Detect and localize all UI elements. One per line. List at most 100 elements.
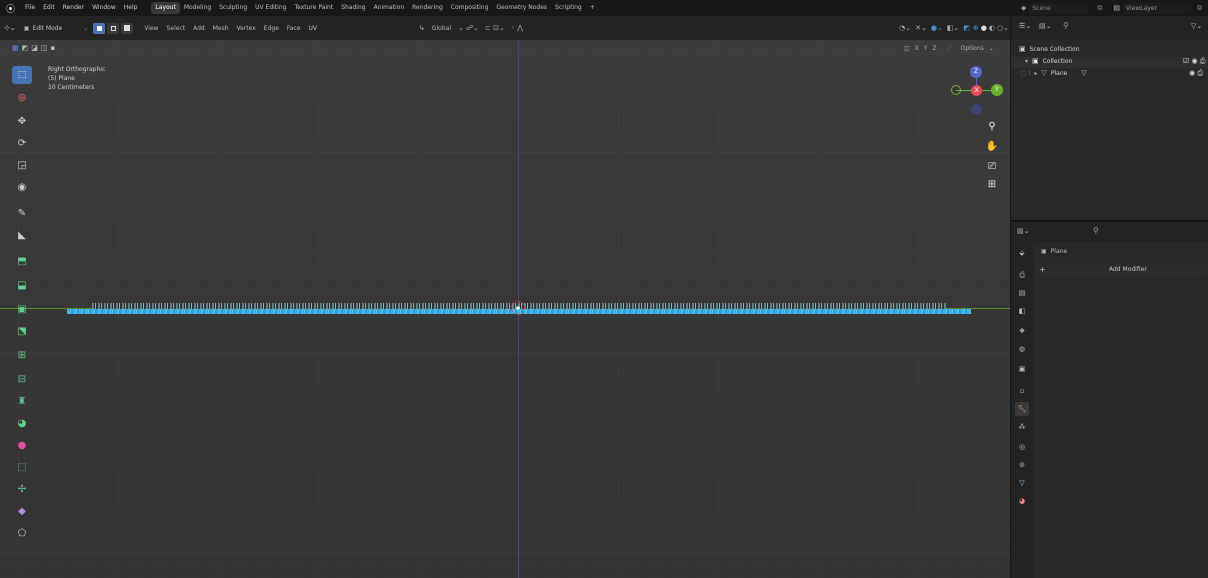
view-layer-icon[interactable]: ▤: [1110, 4, 1123, 12]
menu-add[interactable]: Add: [189, 25, 209, 32]
spin-tool-icon[interactable]: ◕: [12, 414, 32, 432]
visibility-icon[interactable]: ◔⌄: [897, 24, 913, 32]
x-axis-handle[interactable]: X: [971, 85, 982, 96]
menu-select[interactable]: Select: [163, 25, 190, 32]
particles-tab-icon[interactable]: ⁂: [1015, 420, 1029, 434]
tab-sculpting[interactable]: Sculpting: [215, 2, 251, 14]
output-tab-icon[interactable]: ▤: [1015, 286, 1029, 300]
mirror-y-toggle[interactable]: Y: [924, 45, 928, 52]
blender-logo-icon[interactable]: ⦿: [0, 2, 21, 15]
inset-tool-icon[interactable]: ▣: [12, 300, 32, 318]
poly-build-tool-icon[interactable]: ♜: [12, 392, 32, 410]
copy-scene-icon[interactable]: ⧉: [1089, 4, 1110, 13]
face-select-icon[interactable]: [121, 22, 134, 34]
physics-tab-icon[interactable]: ◎: [1015, 440, 1029, 454]
tab-layout[interactable]: Layout: [151, 2, 180, 14]
menu-file[interactable]: File: [21, 0, 39, 16]
transform-orientation-dropdown[interactable]: Global: [428, 25, 455, 32]
extend-selection-icon[interactable]: ◩: [22, 44, 29, 52]
xray-toggle-icon[interactable]: ◩: [961, 24, 972, 32]
outliner-object-plane[interactable]: ⬚ ⁞ ▸ ▽ Plane ▽: [1021, 69, 1087, 77]
mesh-data-tab-icon[interactable]: ▽: [1015, 476, 1029, 490]
navigation-gizmo[interactable]: Z Y X: [950, 64, 1004, 118]
tab-animation[interactable]: Animation: [370, 2, 409, 14]
solid-shading-icon[interactable]: ●: [980, 24, 988, 32]
menu-face[interactable]: Face: [283, 25, 305, 32]
tab-modeling[interactable]: Modeling: [180, 2, 215, 14]
render-tab-icon[interactable]: ⎙: [1015, 268, 1029, 282]
constraints-tab-icon[interactable]: ⊘: [1015, 458, 1029, 472]
bevel-tool-icon[interactable]: ⬔: [12, 322, 32, 340]
annotate-tool-icon[interactable]: ✎: [12, 204, 32, 222]
intersect-selection-icon[interactable]: ▪: [51, 44, 56, 52]
shrink-fatten-tool-icon[interactable]: ✢: [12, 480, 32, 498]
outliner-scene-collection[interactable]: ▣ Scene Collection: [1019, 45, 1080, 53]
rotate-tool-icon[interactable]: ⟳: [12, 134, 32, 152]
chevron-down-icon[interactable]: ▾: [1025, 58, 1028, 65]
neg-y-axis-handle[interactable]: [951, 85, 961, 95]
scene-tab-icon[interactable]: ❖: [1015, 324, 1029, 338]
zoom-icon[interactable]: ⚲: [983, 118, 1001, 136]
measure-tool-icon[interactable]: ◣: [12, 226, 32, 244]
z-axis-handle[interactable]: Z: [970, 66, 982, 78]
rip-region-tool-icon[interactable]: ⬠: [12, 524, 32, 542]
y-axis-handle[interactable]: Y: [991, 84, 1003, 96]
vertex-select-icon[interactable]: [93, 22, 106, 34]
tab-compositing[interactable]: Compositing: [447, 2, 493, 14]
transform-tool-icon[interactable]: ◉: [12, 178, 32, 196]
wireframe-shading-icon[interactable]: ⊕: [972, 24, 980, 32]
menu-help[interactable]: Help: [120, 0, 142, 16]
tab-texture-paint[interactable]: Texture Paint: [290, 2, 337, 14]
world-tab-icon[interactable]: ◍: [1015, 342, 1029, 356]
editor-type-icon[interactable]: ⊹⌄: [0, 24, 20, 32]
tab-rendering[interactable]: Rendering: [408, 2, 447, 14]
move-tool-icon[interactable]: ✥: [12, 112, 32, 130]
menu-view[interactable]: View: [140, 25, 162, 32]
material-shading-icon[interactable]: ◐: [988, 24, 996, 32]
edge-slide-tool-icon[interactable]: ⬚: [12, 458, 32, 476]
pivot-point-icon[interactable]: ⌄ ☍⌄: [455, 24, 482, 32]
menu-mesh[interactable]: Mesh: [209, 25, 233, 32]
overlay-toggle-icon[interactable]: ●⌄: [929, 24, 945, 32]
extrude-tool-icon[interactable]: ⬓: [12, 276, 32, 294]
outliner-editor-type-icon[interactable]: ☰⌄: [1019, 22, 1031, 30]
rendered-shading-icon[interactable]: ○⌄: [996, 24, 1010, 32]
proportional-edit-icon[interactable]: ◦ ⋀: [508, 24, 526, 32]
properties-search-icon[interactable]: ⚲: [1093, 226, 1099, 235]
mirror-z-toggle[interactable]: Z: [932, 45, 936, 52]
neg-z-axis-handle[interactable]: [971, 104, 982, 115]
menu-uv[interactable]: UV: [304, 25, 321, 32]
tab-uv-editing[interactable]: UV Editing: [251, 2, 290, 14]
perspective-toggle-icon[interactable]: ⊞: [983, 176, 1001, 194]
scene-icon[interactable]: ◈: [1018, 4, 1029, 12]
add-cube-tool-icon[interactable]: ⬒: [12, 252, 32, 270]
menu-edit[interactable]: Edit: [39, 0, 59, 16]
select-box-tool-icon[interactable]: ⬚: [12, 66, 32, 84]
new-view-layer-icon[interactable]: ⧉: [1191, 4, 1208, 13]
3d-viewport[interactable]: Right Orthographic (5) Plane 10 Centimet…: [0, 40, 1010, 578]
loop-cut-tool-icon[interactable]: ⊞: [12, 346, 32, 364]
collection-visibility-icons[interactable]: ☑ ◉ ⎙: [1183, 57, 1205, 66]
add-workspace-button[interactable]: +: [586, 2, 599, 14]
menu-edge[interactable]: Edge: [260, 25, 283, 32]
filter-icon[interactable]: ▽⌄: [1191, 22, 1202, 30]
smooth-tool-icon[interactable]: ●: [12, 436, 32, 454]
display-mode-icon[interactable]: ▤⌄: [1039, 22, 1051, 30]
properties-editor-type-icon[interactable]: ▤⌄: [1017, 227, 1029, 235]
pan-hand-icon[interactable]: ✋: [983, 138, 1001, 156]
tool-tab-icon[interactable]: ⬙: [1015, 246, 1029, 260]
tab-geometry-nodes[interactable]: Geometry Nodes: [492, 2, 551, 14]
gizmo-toggle-icon[interactable]: ✕⌄: [913, 24, 929, 32]
edge-select-icon[interactable]: [107, 22, 120, 34]
view-layer-tab-icon[interactable]: ◧: [1015, 304, 1029, 318]
tab-shading[interactable]: Shading: [337, 2, 369, 14]
menu-vertex[interactable]: Vertex: [233, 25, 260, 32]
outliner-search-icon[interactable]: ⚲: [1063, 21, 1069, 30]
3d-cursor[interactable]: [511, 301, 525, 315]
knife-tool-icon[interactable]: ⊟: [12, 370, 32, 388]
material-tab-icon[interactable]: ◕: [1015, 494, 1029, 508]
scale-tool-icon[interactable]: ◲: [12, 156, 32, 174]
menu-window[interactable]: Window: [88, 0, 120, 16]
object-visibility-icons[interactable]: ◉ ⎙: [1189, 69, 1203, 78]
topology-icon[interactable]: ⋰: [946, 45, 952, 52]
